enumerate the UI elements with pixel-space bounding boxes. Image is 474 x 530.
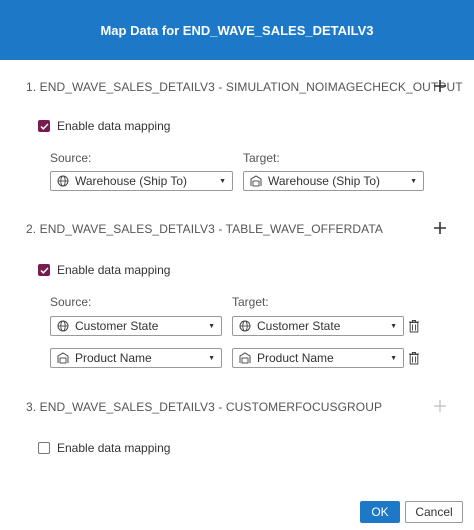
enable-mapping-2-checkbox[interactable]: Enable data mapping bbox=[38, 263, 170, 277]
enable-mapping-2-label: Enable data mapping bbox=[57, 263, 171, 277]
checkbox-checked-icon[interactable] bbox=[38, 120, 50, 132]
dialog-title-bar: Map Data for END_WAVE_SALES_DETAILV3 bbox=[0, 0, 474, 60]
enable-mapping-3-checkbox[interactable]: Enable data mapping bbox=[38, 441, 170, 455]
warehouse-icon bbox=[250, 174, 264, 188]
target-label-2: Target: bbox=[232, 295, 269, 309]
enable-mapping-1-label: Enable data mapping bbox=[57, 119, 171, 133]
chevron-down-icon: ▼ bbox=[208, 354, 215, 362]
enable-mapping-3-label: Enable data mapping bbox=[57, 441, 171, 455]
enable-mapping-1-checkbox[interactable]: Enable data mapping bbox=[38, 119, 170, 133]
warehouse-icon bbox=[57, 351, 71, 365]
chevron-down-icon: ▼ bbox=[390, 354, 397, 362]
globe-icon bbox=[57, 174, 71, 188]
delete-row-2-2-icon[interactable] bbox=[408, 351, 420, 365]
dialog-title: Map Data for END_WAVE_SALES_DETAILV3 bbox=[100, 22, 374, 38]
section-3-title: 3. END_WAVE_SALES_DETAILV3 - CUSTOMERFOC… bbox=[26, 400, 383, 414]
target-select-2-1[interactable]: Customer State ▼ bbox=[232, 316, 404, 336]
source-select-value: Warehouse (Ship To) bbox=[75, 174, 188, 188]
add-mapping-2-icon[interactable] bbox=[433, 221, 447, 235]
source-select-2-1[interactable]: Customer State ▼ bbox=[50, 316, 222, 336]
target-select-value: Warehouse (Ship To) bbox=[268, 174, 381, 188]
source-select-value: Customer State bbox=[75, 319, 159, 333]
target-label-1: Target: bbox=[243, 151, 280, 165]
checkbox-unchecked-icon[interactable] bbox=[38, 442, 50, 454]
chevron-down-icon: ▼ bbox=[219, 177, 226, 185]
target-select-value: Product Name bbox=[257, 351, 334, 365]
globe-icon bbox=[239, 319, 253, 333]
section-2-title: 2. END_WAVE_SALES_DETAILV3 - TABLE_WAVE_… bbox=[26, 222, 384, 236]
source-label-1: Source: bbox=[50, 151, 92, 165]
source-select-2-2[interactable]: Product Name ▼ bbox=[50, 348, 222, 368]
ok-button[interactable]: OK bbox=[360, 501, 400, 523]
section-1-title: 1. END_WAVE_SALES_DETAILV3 - SIMULATION_… bbox=[26, 80, 463, 94]
warehouse-icon bbox=[239, 351, 253, 365]
checkbox-checked-icon[interactable] bbox=[38, 264, 50, 276]
chevron-down-icon: ▼ bbox=[410, 177, 417, 185]
target-select-value: Customer State bbox=[257, 319, 341, 333]
chevron-down-icon: ▼ bbox=[390, 322, 397, 330]
source-select-value: Product Name bbox=[75, 351, 152, 365]
cancel-button[interactable]: Cancel bbox=[405, 501, 463, 523]
chevron-down-icon: ▼ bbox=[208, 322, 215, 330]
target-select-1-1[interactable]: Warehouse (Ship To) ▼ bbox=[243, 171, 424, 191]
source-label-2: Source: bbox=[50, 295, 92, 309]
globe-icon bbox=[57, 319, 71, 333]
add-mapping-3-icon bbox=[433, 399, 447, 413]
source-select-1-1[interactable]: Warehouse (Ship To) ▼ bbox=[50, 171, 233, 191]
delete-row-2-1-icon[interactable] bbox=[408, 319, 420, 333]
target-select-2-2[interactable]: Product Name ▼ bbox=[232, 348, 404, 368]
add-mapping-1-icon[interactable] bbox=[433, 79, 447, 93]
